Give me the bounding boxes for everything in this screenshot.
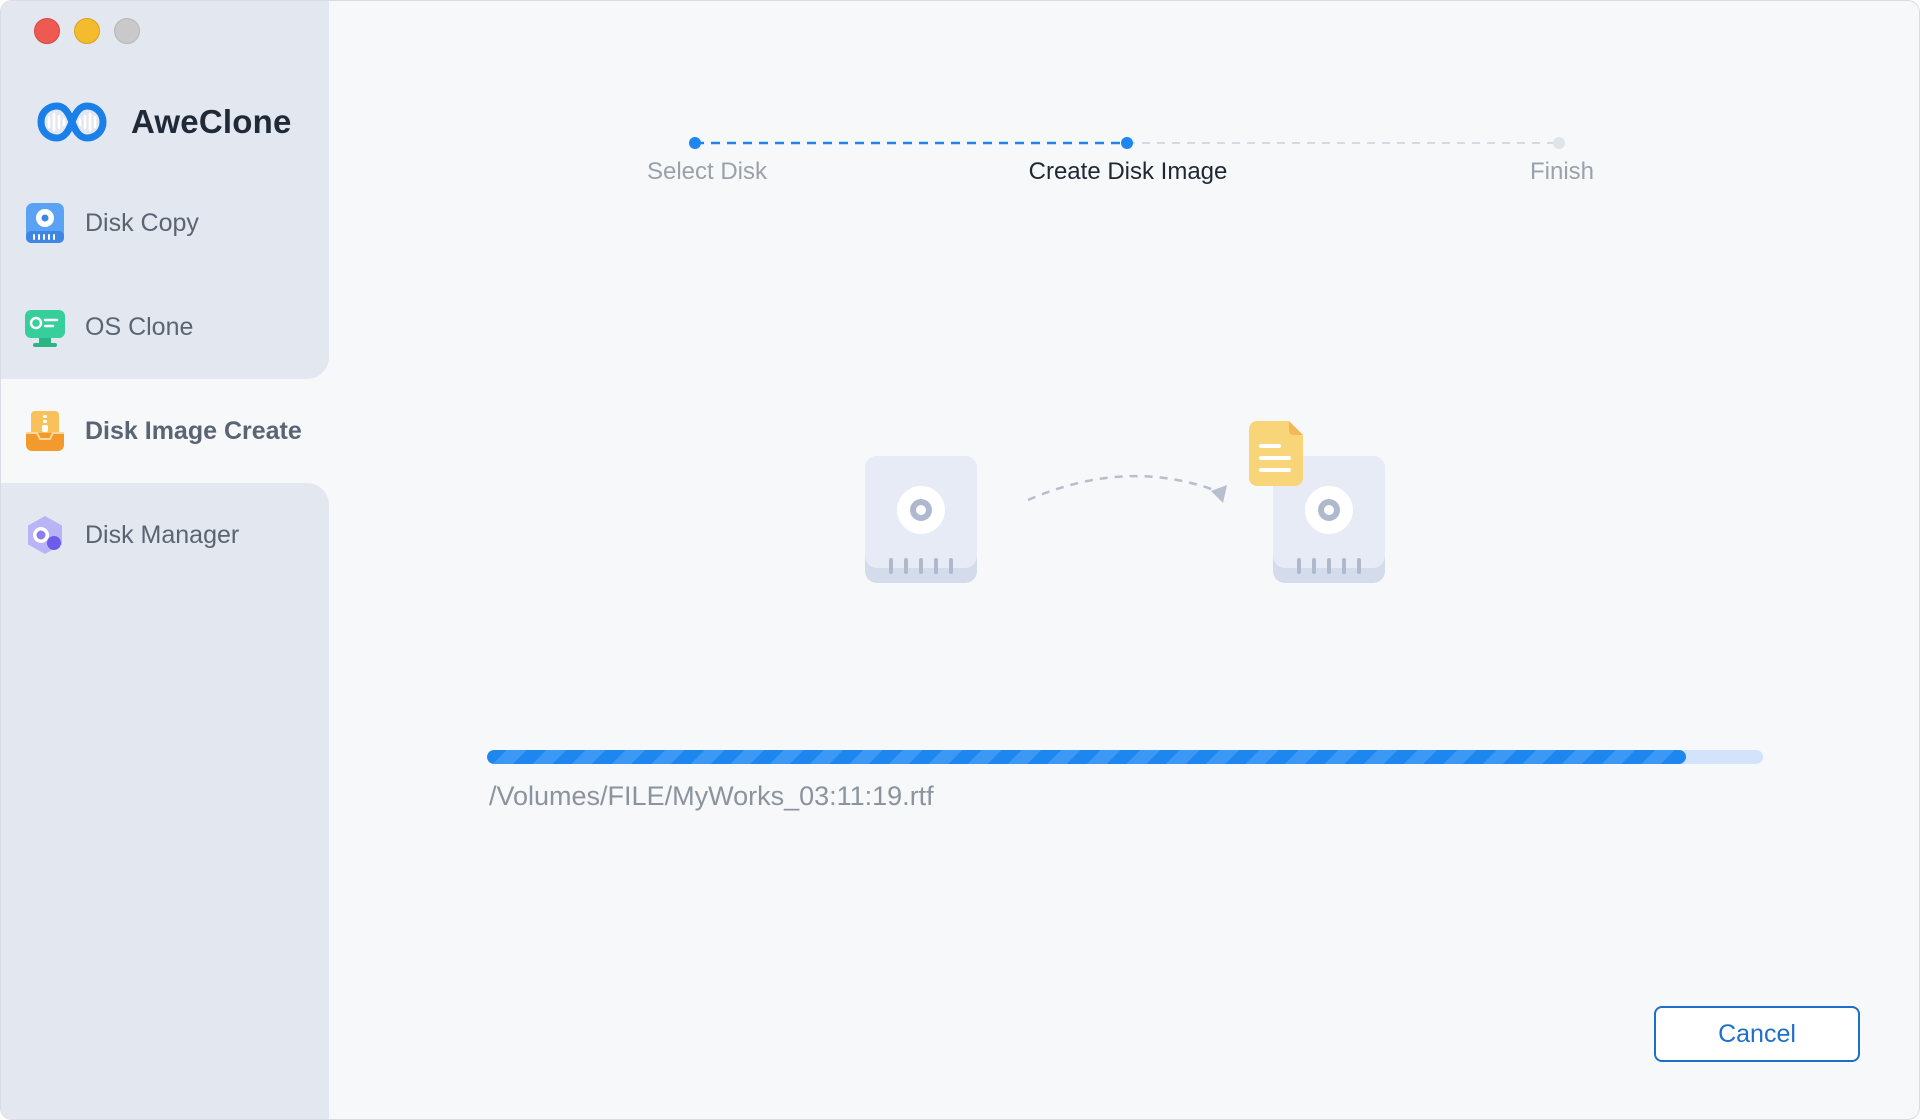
window-zoom-button[interactable] — [114, 18, 140, 44]
sidebar-item-label: OS Clone — [85, 312, 194, 341]
source-hard-disk-icon — [865, 456, 977, 583]
document-icon — [1249, 421, 1303, 486]
sidebar-item-disk-image-create[interactable]: Disk Image Create — [1, 379, 329, 483]
sidebar-item-disk-manager[interactable]: Disk Manager — [1, 483, 329, 587]
sidebar-item-label: Disk Copy — [85, 208, 199, 237]
progress-bar — [487, 750, 1763, 764]
sidebar-item-os-clone[interactable]: OS Clone — [1, 275, 329, 379]
app-name: AweClone — [131, 103, 292, 140]
os-clone-icon — [25, 310, 65, 347]
progress-bar-fill — [487, 750, 1687, 764]
clone-illustration — [865, 421, 1385, 583]
current-file-path: /Volumes/FILE/MyWorks_03:11:19.rtf — [489, 781, 934, 811]
sidebar-item-label: Disk Manager — [85, 520, 240, 549]
app-brand: AweClone — [35, 97, 292, 147]
disk-copy-icon — [26, 203, 64, 243]
dashed-arrow-icon — [1027, 474, 1227, 503]
sidebar-item-label: Disk Image Create — [85, 416, 302, 445]
aweclone-logo-icon — [37, 102, 107, 142]
cancel-button[interactable]: Cancel — [1654, 1006, 1860, 1062]
sidebar: AweClone Disk Copy OS Clone Disk Image C… — [1, 1, 329, 1119]
window-minimize-button[interactable] — [74, 18, 100, 44]
window-close-button[interactable] — [34, 18, 60, 44]
disk-image-create-icon — [26, 411, 64, 451]
app-window: AweClone Disk Copy OS Clone Disk Image C… — [0, 0, 1920, 1120]
sidebar-item-disk-copy[interactable]: Disk Copy — [1, 171, 329, 275]
main-content: Select Disk Create Disk Image Finish /Vo… — [329, 1, 1919, 1119]
disk-manager-icon — [28, 516, 62, 554]
